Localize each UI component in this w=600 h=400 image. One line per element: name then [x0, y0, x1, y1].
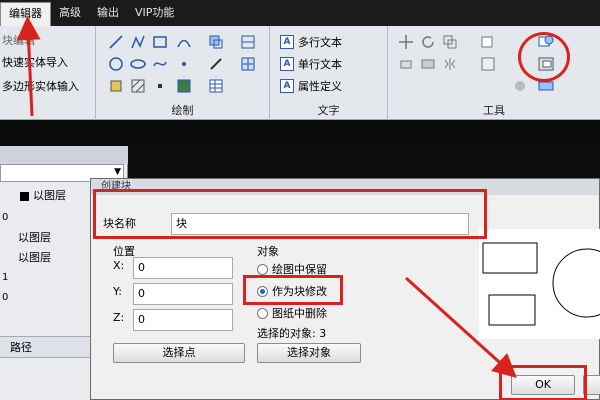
arrow-to-editor-tab — [16, 16, 41, 117]
arrow-to-ok-button — [404, 276, 517, 379]
annotation-arrows — [16, 16, 517, 379]
